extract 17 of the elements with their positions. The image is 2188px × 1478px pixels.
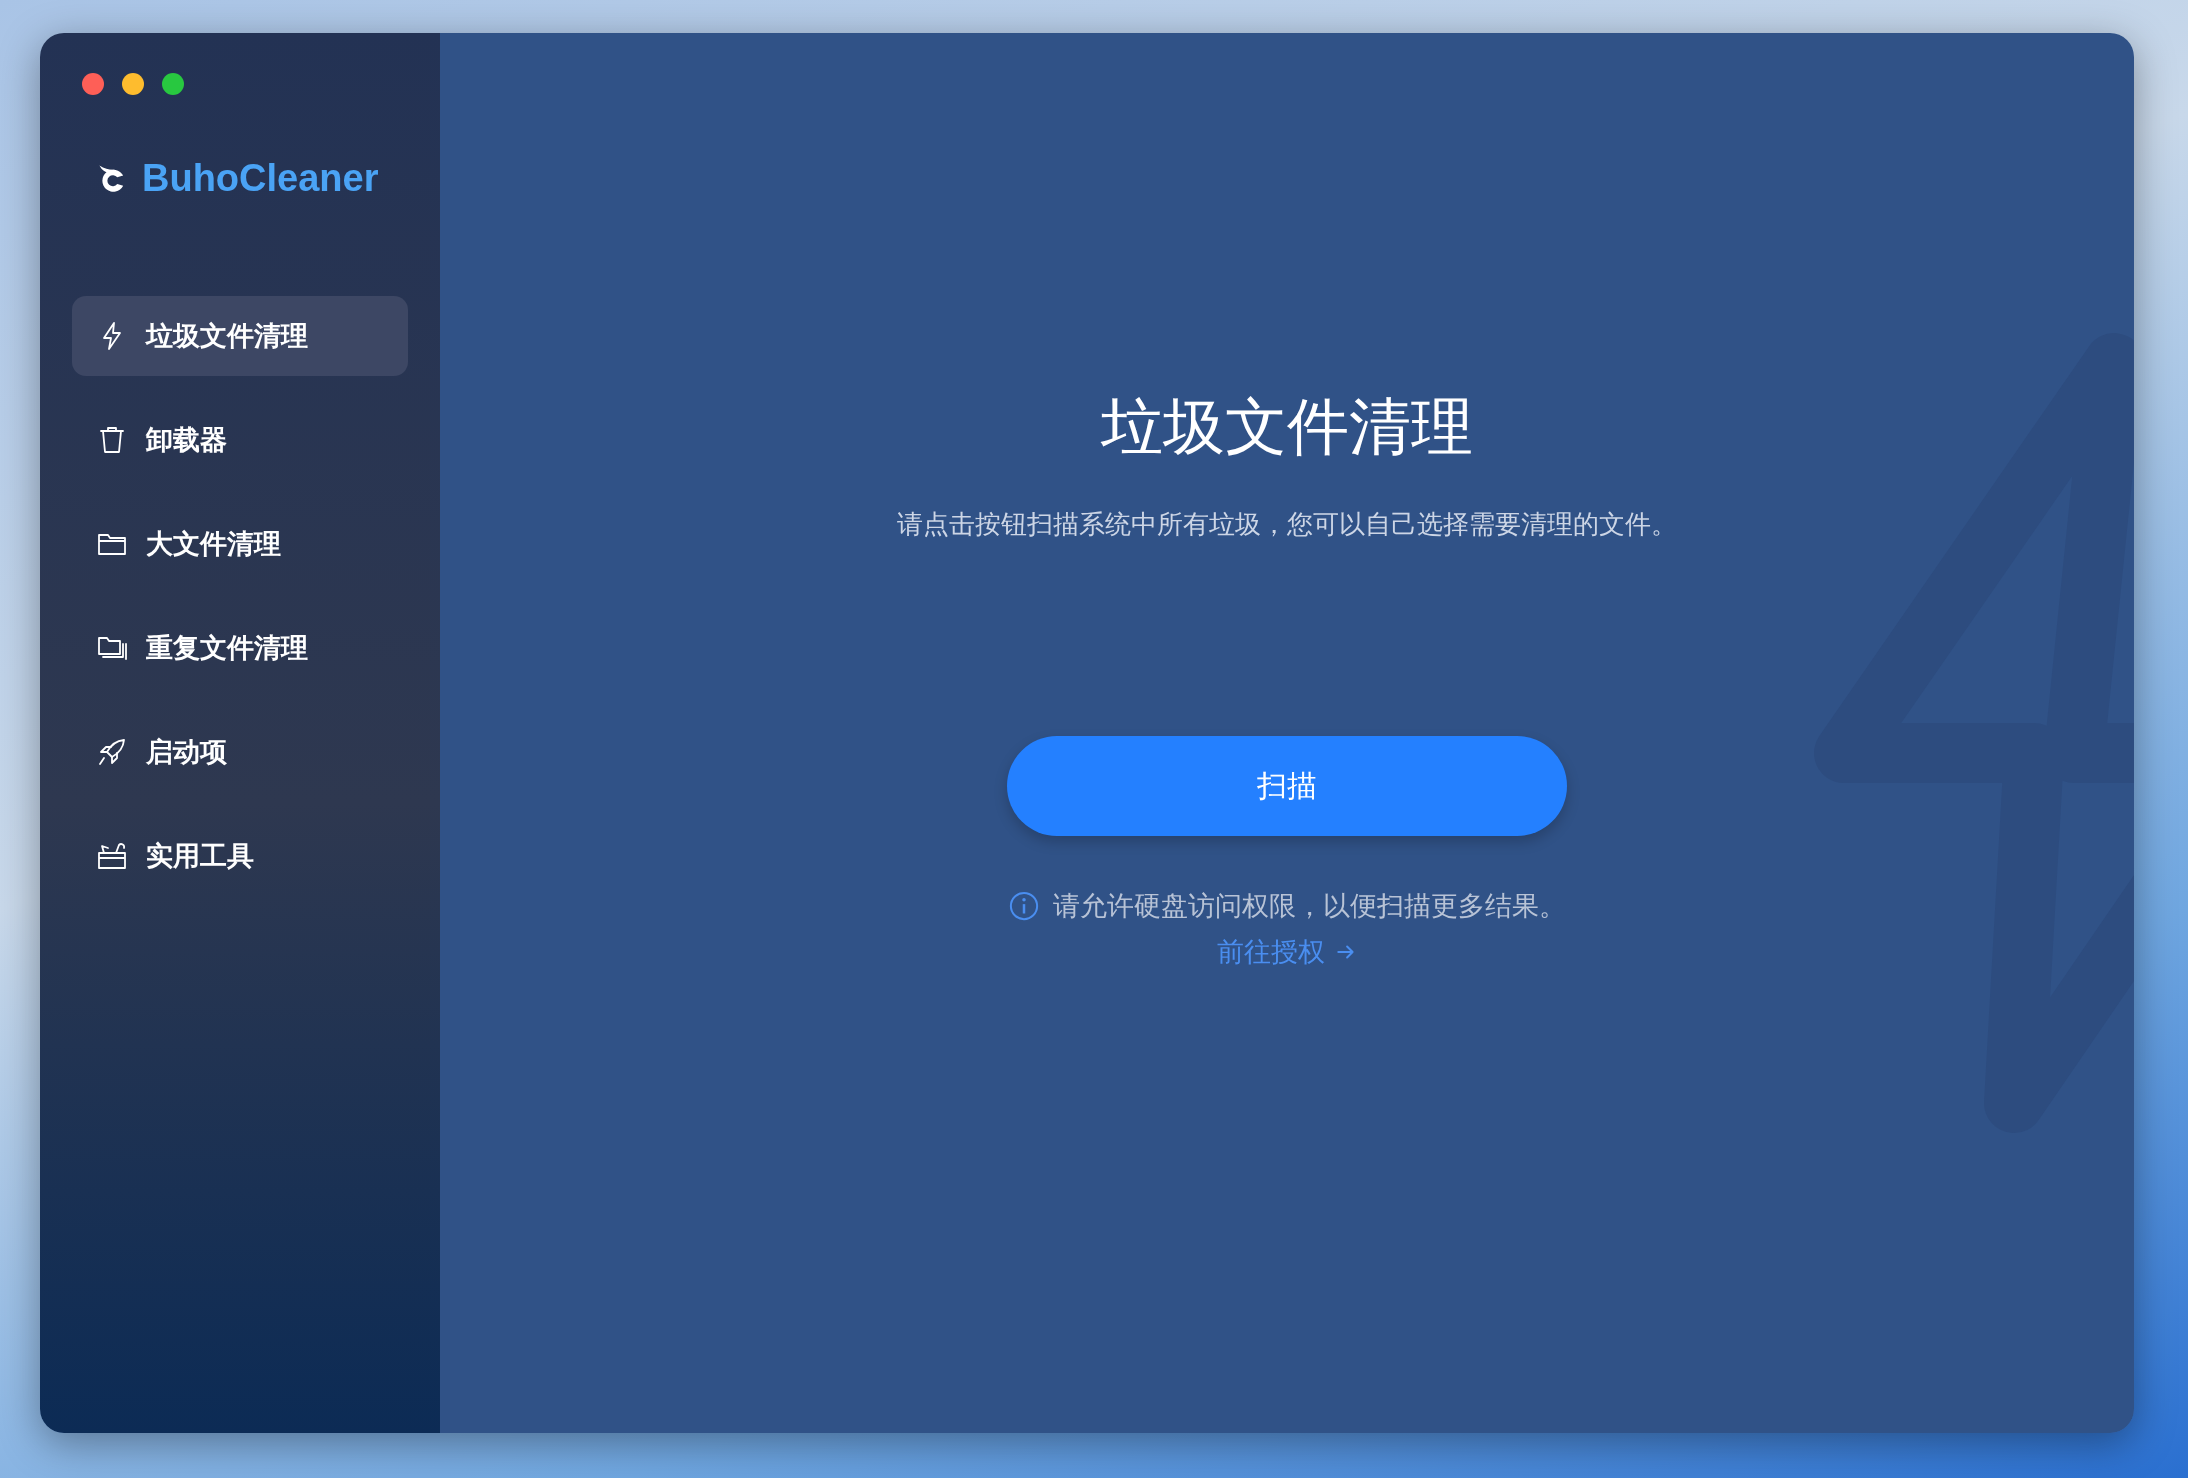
sidebar-item[interactable]: 垃圾文件清理 — [72, 296, 408, 376]
info-icon — [1008, 891, 1039, 921]
rocket-icon — [96, 736, 128, 768]
description-text: 请点击按钮扫描系统中所有垃圾，您可以自己选择需要清理的文件。 — [897, 508, 1677, 541]
sidebar-item[interactable]: 大文件清理 — [72, 504, 408, 584]
toolbox-icon — [96, 840, 128, 872]
scan-button[interactable]: 扫描 — [1007, 736, 1567, 836]
minimize-button[interactable] — [122, 73, 144, 95]
sidebar-item[interactable]: 实用工具 — [72, 816, 408, 896]
sidebar-item[interactable]: 卸载器 — [72, 400, 408, 480]
zoom-button[interactable] — [162, 73, 184, 95]
app-name: BuhoCleaner — [142, 157, 379, 200]
sidebar-item[interactable]: 重复文件清理 — [72, 608, 408, 688]
sidebar-item[interactable]: 启动项 — [72, 712, 408, 792]
close-button[interactable] — [82, 73, 104, 95]
permission-notice: 请允许硬盘访问权限，以便扫描更多结果。 — [1052, 889, 1566, 923]
page-title: 垃圾文件清理 — [1101, 389, 1473, 465]
